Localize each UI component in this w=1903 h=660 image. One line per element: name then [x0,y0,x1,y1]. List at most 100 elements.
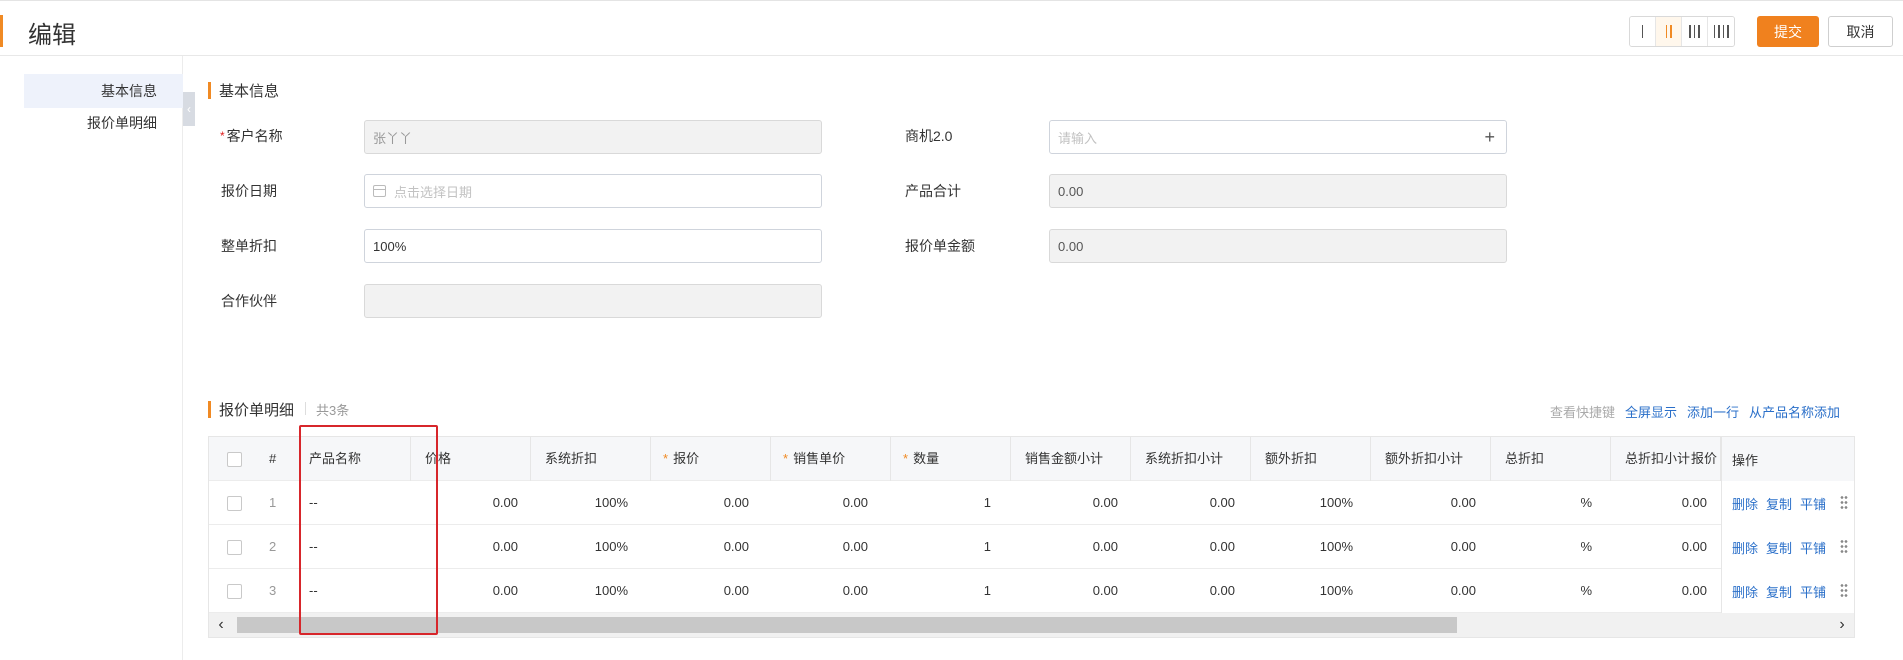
nav-item-basic-info[interactable]: 基本信息 [24,74,183,108]
col-sys-discount: 系统折扣 [531,437,651,481]
add-from-product-link[interactable]: 从产品名称添加 [1749,402,1840,421]
unit-price-cell[interactable]: 0.00 [771,569,868,613]
product-name-highlight-box [299,425,438,635]
extra-discount-cell[interactable]: 100% [1251,525,1353,569]
scroll-right-icon[interactable]: › [1830,613,1854,637]
row-index: 2 [269,539,277,554]
row-index: 3 [269,583,277,598]
tile-row-link[interactable]: 平铺 [1800,582,1826,601]
chevron-left-icon: ‹ [187,102,191,116]
section-title: 报价单明细 [219,401,295,419]
nav-item-quote-details[interactable]: 报价单明细 [24,106,183,140]
col-total-discount: 总折扣 [1491,437,1611,481]
title-accent [0,15,3,47]
sys-discount-subtotal-cell: 0.00 [1209,495,1235,510]
row-checkbox[interactable] [227,496,242,511]
sys-discount-cell: 100% [594,495,628,510]
add-row-link[interactable]: 添加一行 [1687,402,1739,421]
extra-discount-cell[interactable]: 100% [1251,569,1353,613]
total-discount-subtotal-cell: 0.00 [1681,539,1707,554]
col-sales-subtotal: 销售金额小计 [1011,437,1131,481]
cancel-button[interactable]: 取消 [1828,16,1893,47]
quote-amount-label: 报价单金额 [905,238,975,254]
sys-discount-cell: 100% [594,583,628,598]
drag-handle-icon[interactable] [1840,583,1848,599]
row-ops: 删除 复制 平铺 [1721,525,1854,569]
drag-handle-icon[interactable] [1840,539,1848,555]
col-extra-discount-subtotal: 额外折扣小计 [1371,437,1491,481]
delete-row-link[interactable]: 删除 [1732,582,1758,601]
sales-subtotal-cell: 0.00 [1092,495,1118,510]
sys-discount-cell: 100% [594,539,628,554]
delete-row-link[interactable]: 删除 [1732,538,1758,557]
product-total-field: 0.00 [1049,174,1507,208]
qty-cell[interactable]: 1 [891,481,991,525]
layout-one-column-button[interactable] [1630,17,1656,46]
shortcuts-link[interactable]: 查看快捷键 [1550,402,1615,421]
col-qty: * 数量 [891,437,1011,481]
sales-subtotal-cell: 0.00 [1092,583,1118,598]
unit-price-cell[interactable]: 0.00 [771,525,868,569]
drag-handle-icon[interactable] [1840,495,1848,511]
row-ops: 删除 复制 平铺 [1721,569,1854,613]
sales-subtotal-cell: 0.00 [1092,539,1118,554]
copy-row-link[interactable]: 复制 [1766,538,1792,557]
tile-row-link[interactable]: 平铺 [1800,494,1826,513]
page-title: 编辑 [28,22,76,49]
plus-icon[interactable]: + [1484,128,1495,146]
unit-price-cell[interactable]: 0.00 [771,481,868,525]
quote-cell[interactable]: 0.00 [651,525,749,569]
select-all-checkbox[interactable] [227,452,242,467]
extra-discount-cell[interactable]: 100% [1251,481,1353,525]
quote-date-field[interactable]: 点击选择日期 [364,174,822,208]
customer-label: * 客户名称 [220,128,283,144]
layout-switcher [1629,16,1735,47]
sidebar-collapse-handle[interactable]: ‹ [183,92,195,126]
copy-row-link[interactable]: 复制 [1766,494,1792,513]
table-row: 3 -- 0.00 100% 0.00 0.00 1 0.00 0.00 100… [209,569,1854,613]
discount-label: 整单折扣 [221,238,277,254]
total-discount-subtotal-cell: 0.00 [1681,495,1707,510]
col-sys-discount-subtotal: 系统折扣小计 [1131,437,1251,481]
total-discount-cell: % [1580,539,1592,554]
horizontal-scrollbar[interactable]: ‹ › [209,613,1854,637]
layout-four-column-button[interactable] [1708,17,1734,46]
partner-field [364,284,822,318]
opportunity-label: 商机2.0 [905,128,953,144]
quote-cell[interactable]: 0.00 [651,481,749,525]
row-checkbox[interactable] [227,584,242,599]
col-quote: * 报价 [651,437,771,481]
partner-label: 合作伙伴 [221,293,277,309]
quote-amount-field: 0.00 [1049,229,1507,263]
scroll-left-icon[interactable]: ‹ [209,613,233,637]
total-discount-subtotal-cell: 0.00 [1681,583,1707,598]
product-total-label: 产品合计 [905,183,961,199]
table-row: 2 -- 0.00 100% 0.00 0.00 1 0.00 0.00 100… [209,525,1854,569]
extra-discount-subtotal-cell: 0.00 [1450,539,1476,554]
col-extra-discount: 额外折扣 [1251,437,1371,481]
submit-button[interactable]: 提交 [1757,16,1819,47]
row-index: 1 [269,495,277,510]
quote-date-label: 报价日期 [221,183,277,199]
total-discount-cell: % [1580,495,1592,510]
total-discount-cell: % [1580,583,1592,598]
col-quote-partial: 报价 [1691,451,1718,466]
layout-three-column-button[interactable] [1682,17,1708,46]
row-checkbox[interactable] [227,540,242,555]
qty-cell[interactable]: 1 [891,569,991,613]
fullscreen-link[interactable]: 全屏显示 [1625,402,1677,421]
quote-details-table: # 产品名称 价格 系统折扣 * 报价 * 销售单价 * 数量 销售金额小计 系统折扣… [208,436,1855,638]
sys-discount-subtotal-cell: 0.00 [1209,539,1235,554]
layout-two-column-button[interactable] [1656,17,1682,46]
section-title: 基本信息 [219,82,280,100]
row-count: 共3条 [304,400,349,419]
basic-info-header: 基本信息 [208,80,279,100]
opportunity-field[interactable]: 请输入 + [1049,120,1507,154]
quote-cell[interactable]: 0.00 [651,569,749,613]
delete-row-link[interactable]: 删除 [1732,494,1758,513]
qty-cell[interactable]: 1 [891,525,991,569]
row-ops: 删除 复制 平铺 [1721,481,1854,525]
discount-field[interactable]: 100% [364,229,822,263]
copy-row-link[interactable]: 复制 [1766,582,1792,601]
tile-row-link[interactable]: 平铺 [1800,538,1826,557]
